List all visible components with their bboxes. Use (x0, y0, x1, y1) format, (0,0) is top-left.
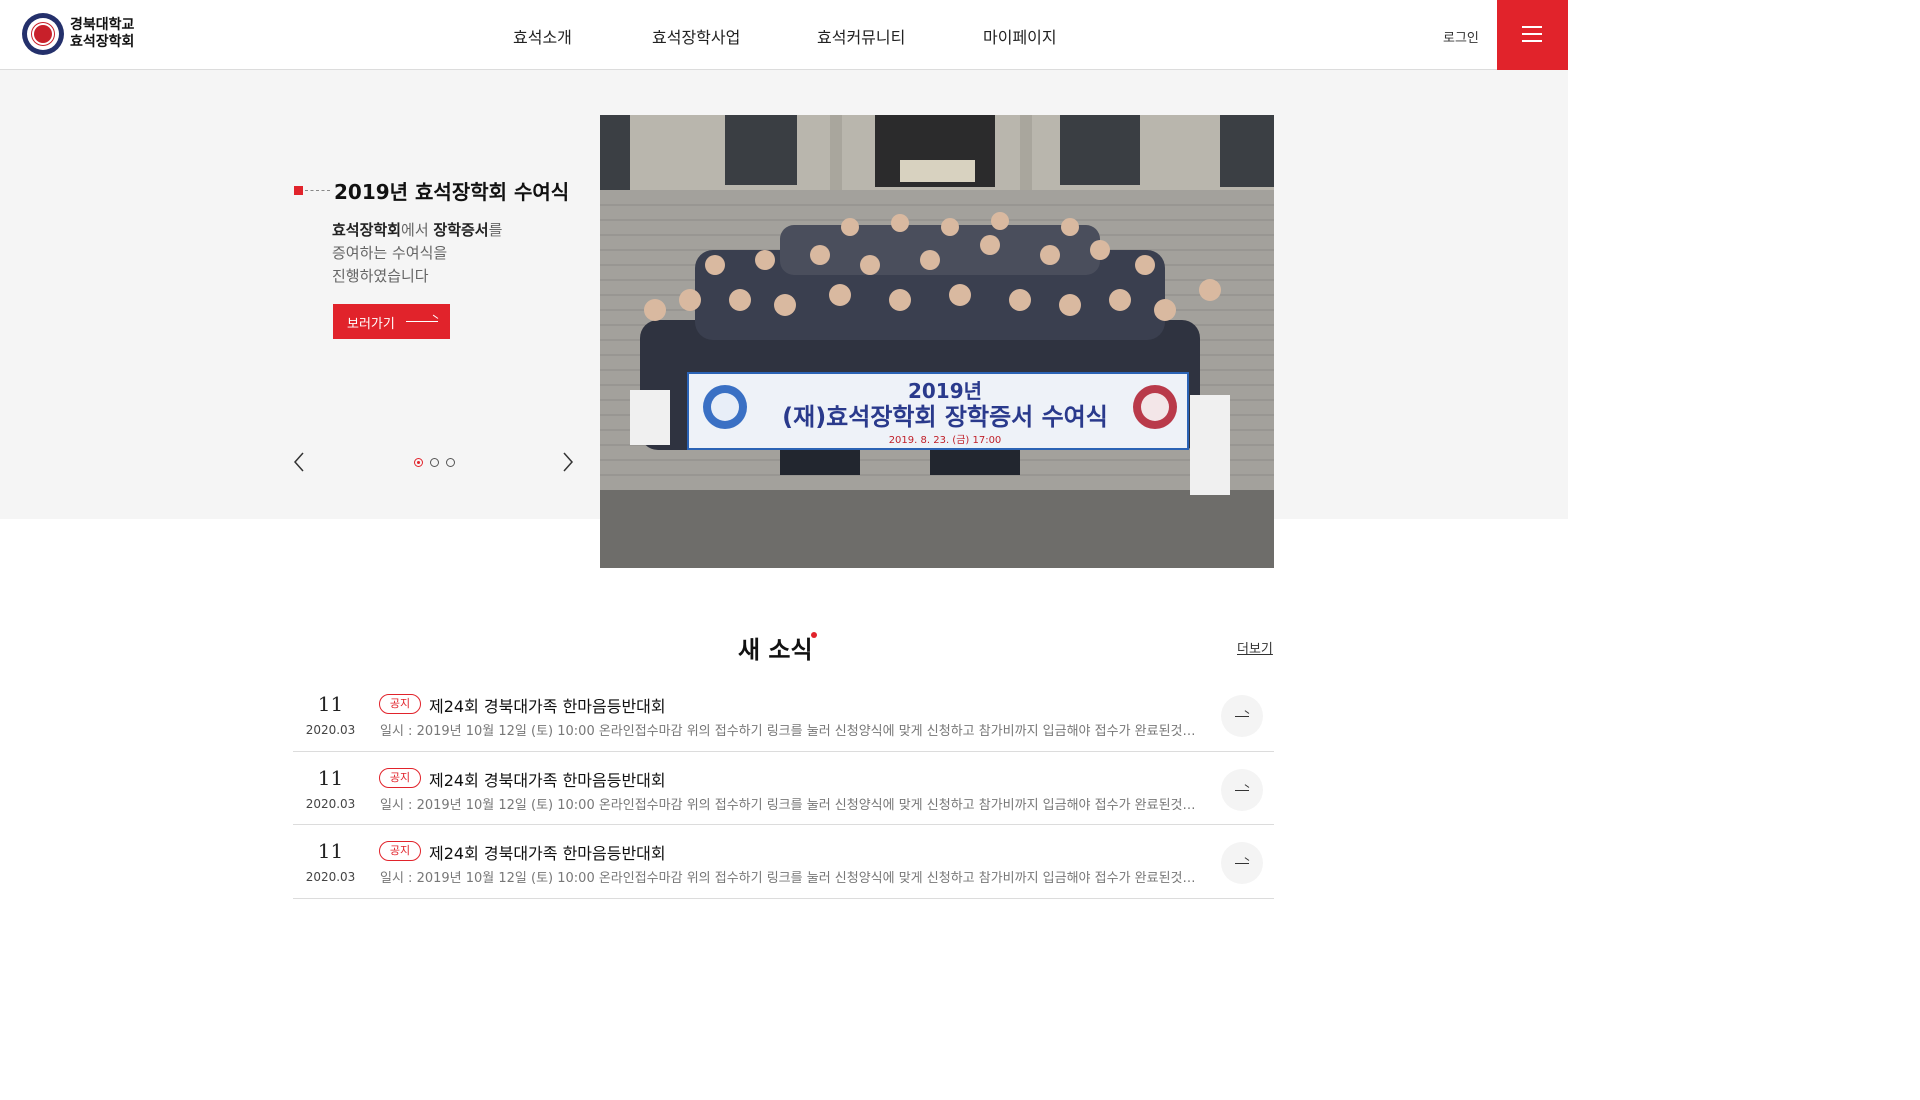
hero-desc-line2: 증여하는 수여식을 (332, 244, 448, 262)
slide-pagination (414, 458, 462, 467)
news-year-month: 2020.03 (305, 723, 356, 737)
hero-title: 2019년 효석장학회 수여식 (334, 180, 570, 204)
slide-next-button[interactable] (561, 451, 575, 473)
site-header: 경북대학교 효석장학회 효석소개 효석장학사업 효석커뮤니티 마이페이지 로그인 (0, 0, 1568, 70)
news-list: 11 2020.03 공지 제24회 경북대가족 한마음등반대회 일시 : 20… (293, 678, 1274, 899)
news-summary: 일시 : 2019년 10월 12일 (토) 10:00 온라인접수마감 위의 … (380, 871, 1200, 886)
hero-description: 효석장학회에서 장학증서를 증여하는 수여식을 진행하였습니다 (332, 219, 532, 288)
chevron-left-icon (293, 452, 304, 472)
nav-item-about[interactable]: 효석소개 (513, 24, 572, 48)
banner-year: 2019년 (908, 379, 982, 403)
arrow-right-icon[interactable] (1221, 842, 1263, 884)
news-day: 11 (317, 692, 344, 716)
news-item[interactable]: 11 2020.03 공지 제24회 경북대가족 한마음등반대회 일시 : 20… (293, 752, 1274, 825)
news-section-title: 새 소식 (738, 636, 813, 664)
hero-desc-line3: 진행하였습니다 (332, 267, 429, 285)
main-nav: 효석소개 효석장학사업 효석커뮤니티 마이페이지 (0, 24, 1568, 48)
news-title[interactable]: 제24회 경북대가족 한마음등반대회 (429, 767, 666, 791)
notice-badge: 공지 (379, 767, 421, 788)
hamburger-icon (1522, 26, 1542, 42)
title-dot-icon (811, 632, 817, 638)
hero-title-row: 2019년 효석장학회 수여식 (294, 176, 569, 205)
dashed-line (305, 190, 330, 191)
news-item[interactable]: 11 2020.03 공지 제24회 경북대가족 한마음등반대회 일시 : 20… (293, 678, 1274, 752)
view-more-button[interactable]: 보러가기 (333, 304, 450, 339)
slide-prev-button[interactable] (292, 451, 306, 473)
bullet-square-icon (294, 186, 303, 195)
notice-badge: 공지 (379, 694, 421, 714)
news-summary: 일시 : 2019년 10월 12일 (토) 10:00 온라인접수마감 위의 … (380, 724, 1200, 739)
hero-photo: 2019년 (재)효석장학회 장학증서 수여식 2019. 8. 23. (금)… (600, 115, 1274, 568)
slide-dot-3[interactable] (446, 458, 455, 467)
slide-dot-1[interactable] (414, 458, 423, 467)
hero-desc-line1: 효석장학회에서 장학증서를 (332, 219, 532, 242)
news-title[interactable]: 제24회 경북대가족 한마음등반대회 (429, 693, 666, 717)
nav-item-community[interactable]: 효석커뮤니티 (817, 24, 905, 48)
chevron-right-icon (563, 452, 574, 472)
news-more-link[interactable]: 더보기 (1237, 638, 1273, 657)
arrow-right-icon[interactable] (1221, 695, 1263, 737)
group-photo-illustration: 2019년 (재)효석장학회 장학증서 수여식 2019. 8. 23. (금)… (600, 115, 1274, 568)
news-day: 11 (317, 765, 344, 790)
desc-end: 를 (488, 221, 503, 239)
news-year-month: 2020.03 (305, 870, 356, 884)
news-year-month: 2020.03 (305, 796, 356, 811)
banner-date: 2019. 8. 23. (금) 17:00 (889, 434, 1002, 446)
news-summary: 일시 : 2019년 10월 12일 (토) 10:00 온라인접수마감 위의 … (380, 797, 1200, 813)
nav-item-scholarship[interactable]: 효석장학사업 (652, 24, 740, 48)
slide-dot-2[interactable] (430, 458, 439, 467)
desc-strong-2: 장학증서 (433, 221, 489, 239)
arrow-right-icon[interactable] (1221, 768, 1263, 811)
view-more-label: 보러가기 (347, 317, 395, 332)
nav-item-mypage[interactable]: 마이페이지 (983, 24, 1057, 48)
desc-mid: 에서 (401, 221, 434, 239)
news-day: 11 (317, 839, 344, 863)
login-link[interactable]: 로그인 (1443, 27, 1479, 46)
notice-badge: 공지 (379, 841, 421, 861)
desc-strong-1: 효석장학회 (332, 221, 402, 239)
news-title[interactable]: 제24회 경북대가족 한마음등반대회 (429, 840, 666, 864)
menu-button[interactable] (1497, 0, 1568, 70)
long-arrow-right-icon (406, 321, 438, 322)
banner-title: (재)효석장학회 장학증서 수여식 (782, 403, 1108, 431)
news-item[interactable]: 11 2020.03 공지 제24회 경북대가족 한마음등반대회 일시 : 20… (293, 825, 1274, 899)
